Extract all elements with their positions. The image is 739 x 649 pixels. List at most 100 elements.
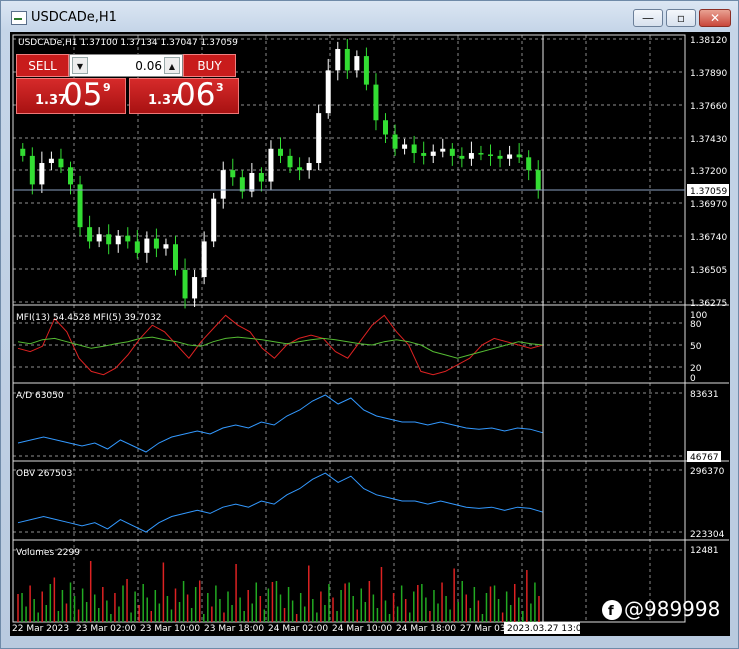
mfi5-line [17,336,544,359]
buy-button[interactable]: BUY [183,54,236,77]
plot-border [12,34,686,623]
time-label: 24 Mar 18:00 [396,624,456,634]
sell-button[interactable]: SELL [16,54,69,77]
mfi-tick: 0 [690,374,696,384]
close-button[interactable]: ✕ [699,9,731,27]
price-tick: 1.36275 [690,299,727,309]
time-label: 24 Mar 10:00 [332,624,392,634]
candle-body [39,163,45,185]
chart-area[interactable]: USDCADe,H1 1.37100 1.37134 1.37047 1.370… [10,32,730,636]
volumes-tick-top: 12481 [690,546,719,556]
bid-price-point: 9 [103,81,111,94]
grid-lines [13,35,685,622]
candle-body [77,184,83,228]
candle-body [526,157,532,171]
candle-body [306,163,312,171]
time-label: 27 Mar 03 [460,624,506,634]
current-price-text: 1.37059 [690,187,727,197]
maximize-button[interactable]: ▫ [666,9,696,27]
price-tick: 1.37660 [690,102,727,112]
candle-body [478,153,484,155]
lot-input[interactable] [90,57,162,74]
time-axis[interactable]: 22 Mar 2023 23 Mar 02:00 23 Mar 10:00 23… [12,622,588,634]
price-axis[interactable]: 1.38120 1.37890 1.37660 1.37430 1.37200 … [687,36,729,309]
ask-price-main: 06 [176,77,216,113]
candle-body [488,154,493,156]
candle-body [402,144,408,149]
ask-price-point: 3 [216,81,224,94]
bid-price-main: 05 [63,77,103,113]
mfi-label: MFI(13) 54.4528 MFI(5) 39.7032 [16,313,161,323]
volume-bars [17,561,540,622]
ad-tick-top: 83631 [690,390,719,400]
candle-body [440,148,446,152]
price-tick: 1.36505 [690,266,727,276]
candle-body [421,153,427,156]
time-label: 23 Mar 10:00 [140,624,200,634]
lot-increase-button[interactable]: ▲ [164,57,180,74]
ad-tick-bottom: 46767 [690,453,719,463]
minimize-button[interactable]: — [633,9,663,27]
price-tick: 1.37890 [690,69,727,79]
time-label: 23 Mar 18:00 [204,624,264,634]
pane-separators [12,34,729,623]
candle-body [411,144,417,154]
ad-label: A/D 63050 [16,391,64,401]
ask-price-box[interactable]: 1.37 06 3 [129,77,239,114]
candle-body [239,177,245,192]
candle-body [58,158,64,168]
candle-body [497,155,503,159]
time-label: 24 Mar 02:00 [268,624,328,634]
title-bar[interactable]: USDCADe,H1 — ▫ ✕ [1,1,738,31]
time-label: 23 Mar 02:00 [76,624,136,634]
watermark: f @989998 [602,597,720,621]
price-tick: 1.36740 [690,233,727,243]
candle-body [125,235,131,242]
obv-line [17,472,544,533]
mfi-tick: 80 [690,320,702,330]
candle-body [392,134,398,149]
price-tick: 1.38120 [690,36,727,46]
lot-stepper: ▼ ▲ [69,54,183,77]
watermark-text: @989998 [624,597,720,621]
candle-body [449,148,455,156]
candle-body [278,148,283,156]
lot-decrease-button[interactable]: ▼ [72,57,88,74]
candle-body [211,198,217,242]
candle-body [182,269,188,299]
candle-body [354,56,360,71]
minimize-icon: — [642,11,654,25]
candle-body [468,153,474,159]
chevron-up-icon: ▲ [168,62,176,71]
candle-body [153,238,159,249]
f-logo-letter: f [608,604,614,619]
candle-body [87,227,93,242]
candle-body [507,154,513,159]
candle-body [335,48,341,71]
mfi-tick: 50 [690,342,702,352]
obv-tick-bottom: 223304 [690,530,725,540]
candle-body [516,154,522,158]
obv-line-path [17,472,544,533]
price-tick: 1.37430 [690,135,727,145]
mfi-axis: 100 80 50 20 0 [690,311,707,384]
candle-body [201,241,207,278]
chevron-down-icon: ▼ [76,62,84,71]
chart-canvas[interactable]: USDCADe,H1 1.37100 1.37134 1.37047 1.370… [10,32,730,636]
close-icon: ✕ [709,11,721,25]
candle-body [325,70,331,114]
obv-label: OBV 267503 [16,469,72,479]
window-title: USDCADe,H1 [31,10,117,25]
bid-price-box[interactable]: 1.37 05 9 [16,77,126,114]
candle-body [220,170,226,199]
obv-tick-top: 296370 [690,467,725,477]
candle-body [249,172,255,192]
candle-body [192,277,198,299]
candle-body [230,170,236,178]
one-click-trading-panel: SELL ▼ ▲ BUY 1.37 05 9 1.37 06 3 [16,54,240,114]
candle-body [268,148,274,182]
candle-body [20,148,26,156]
candle-body [430,151,436,156]
candle-body [163,244,169,249]
candle-body [115,235,121,245]
